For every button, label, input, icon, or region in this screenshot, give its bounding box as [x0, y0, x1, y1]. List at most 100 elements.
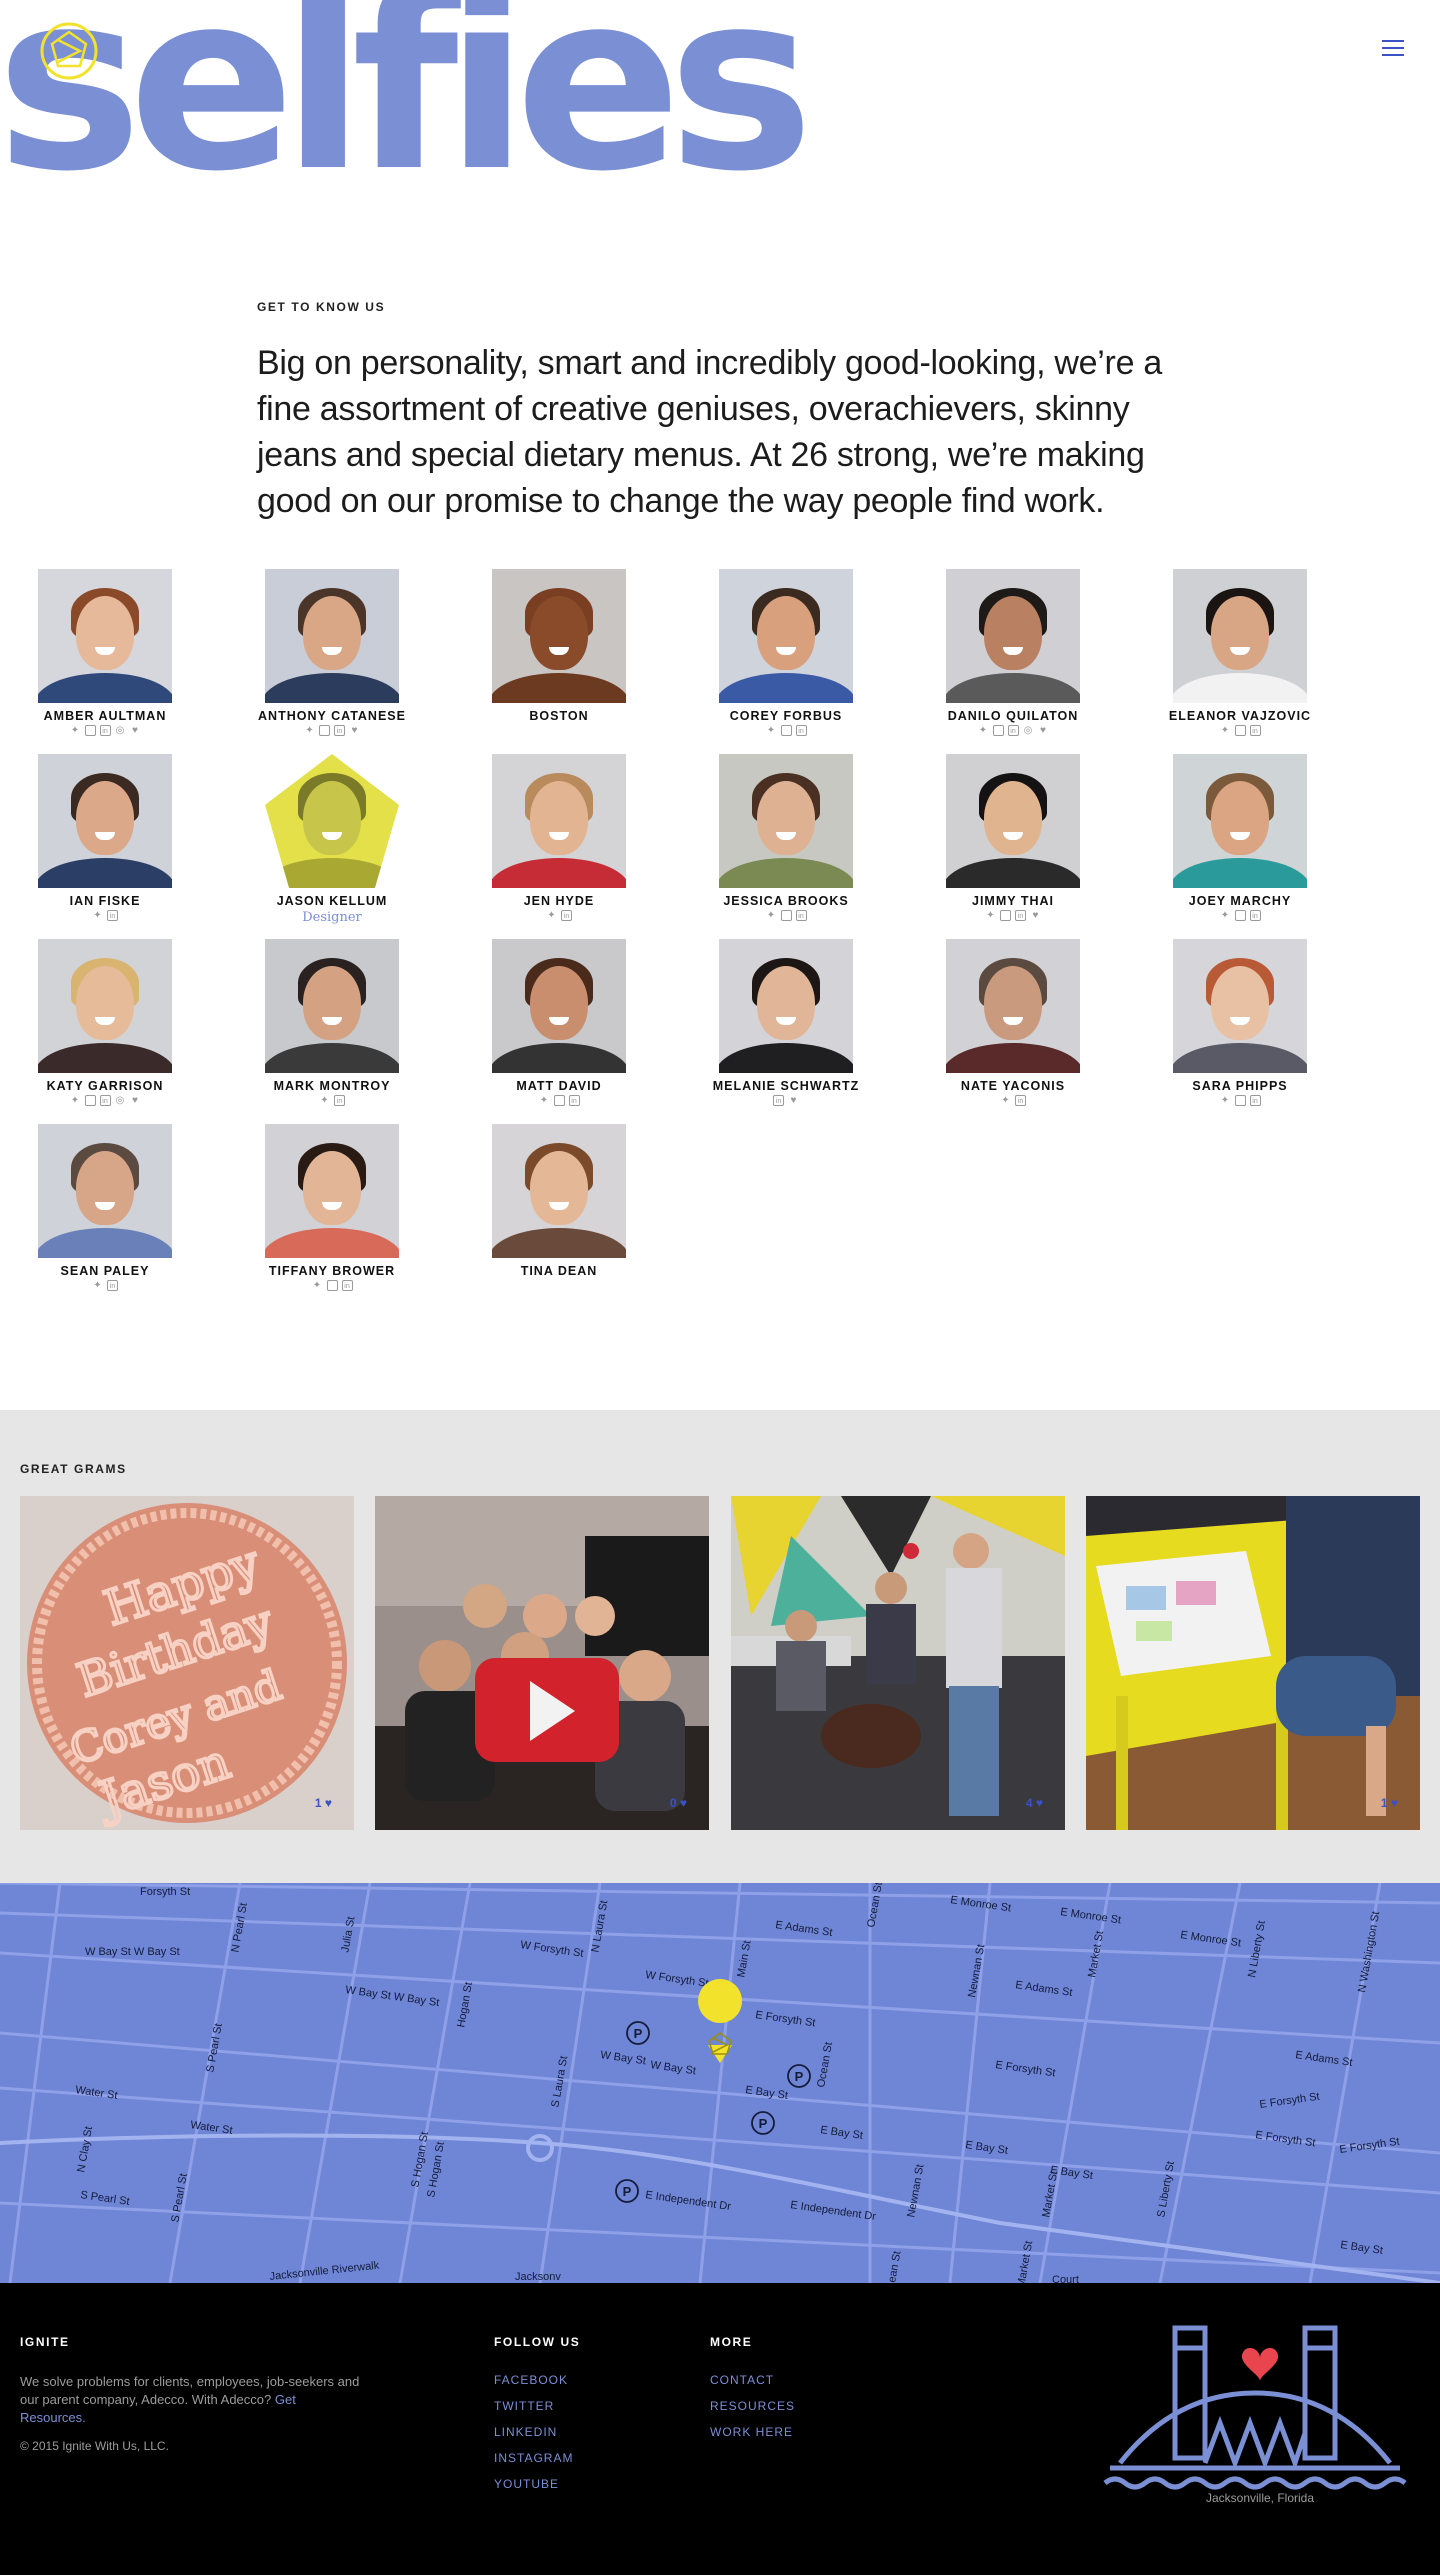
- team-member[interactable]: JOEY MARCHY ✦ in: [1160, 754, 1320, 924]
- linkedin-icon[interactable]: in: [1249, 1095, 1261, 1106]
- linkedin-icon[interactable]: in: [107, 910, 118, 921]
- instagram-icon[interactable]: [326, 1280, 338, 1291]
- heart-icon[interactable]: ♥: [1038, 725, 1049, 736]
- member-photo: [719, 939, 853, 1073]
- team-member[interactable]: KATY GARRISON ✦ in ◎ ♥: [25, 939, 185, 1109]
- gram-photo-cake[interactable]: Happy Birthday Corey and Jason 1 ♥: [20, 1496, 354, 1830]
- team-member[interactable]: JEN HYDE ✦ in: [479, 754, 639, 924]
- heart-icon[interactable]: ♥: [1030, 910, 1041, 921]
- linkedin-icon[interactable]: in: [1249, 910, 1261, 921]
- contact-link[interactable]: CONTACT: [710, 2373, 795, 2387]
- team-member[interactable]: JASON KELLUM Designer: [252, 754, 412, 925]
- linkedin-icon[interactable]: in: [561, 910, 572, 921]
- team-member[interactable]: TINA DEAN: [479, 1124, 639, 1294]
- location-map[interactable]: Forsyth St W Bay St W Bay St N Pearl St …: [0, 1883, 1440, 2283]
- instagram-icon[interactable]: [84, 725, 96, 736]
- instagram-link[interactable]: INSTAGRAM: [494, 2451, 580, 2465]
- linkedin-icon[interactable]: in: [1249, 725, 1261, 736]
- ignite-logo-icon[interactable]: [38, 20, 100, 82]
- map-label: W Bay St W Bay St: [345, 1984, 440, 2009]
- twitter-icon[interactable]: ✦: [92, 910, 103, 921]
- team-member[interactable]: JESSICA BROOKS ✦ in: [706, 754, 866, 924]
- map-label: N Clay St: [75, 2126, 95, 2174]
- twitter-link[interactable]: TWITTER: [494, 2399, 580, 2413]
- dribbble-icon[interactable]: ◎: [1023, 725, 1034, 736]
- twitter-icon[interactable]: ✦: [319, 1095, 330, 1106]
- team-member[interactable]: COREY FORBUS ✦ in: [706, 569, 866, 739]
- heart-icon[interactable]: ♥: [349, 725, 360, 736]
- linkedin-icon[interactable]: in: [334, 725, 345, 736]
- instagram-icon[interactable]: [1234, 910, 1246, 921]
- member-socials: ✦ in ♥: [252, 725, 412, 739]
- heart-icon[interactable]: ♥: [130, 725, 141, 736]
- team-member[interactable]: BOSTON: [479, 569, 639, 739]
- linkedin-icon[interactable]: in: [1015, 1095, 1026, 1106]
- twitter-icon[interactable]: ✦: [978, 725, 989, 736]
- location-pin-icon[interactable]: [698, 1979, 743, 2063]
- heart-icon[interactable]: ♥: [788, 1095, 799, 1106]
- twitter-icon[interactable]: ✦: [1000, 1095, 1011, 1106]
- facebook-link[interactable]: FACEBOOK: [494, 2373, 580, 2387]
- linkedin-icon[interactable]: in: [1015, 910, 1026, 921]
- team-member[interactable]: NATE YACONIS ✦ in: [933, 939, 1093, 1109]
- team-member[interactable]: IAN FISKE ✦ in: [25, 754, 185, 924]
- instagram-icon[interactable]: [1234, 725, 1246, 736]
- team-member[interactable]: JIMMY THAI ✦ in ♥: [933, 754, 1093, 924]
- linkedin-icon[interactable]: in: [773, 1095, 784, 1106]
- instagram-icon[interactable]: [780, 910, 792, 921]
- team-member[interactable]: AMBER AULTMAN ✦ in ◎ ♥: [25, 569, 185, 739]
- gram-photo-desk[interactable]: 1 ♥: [1086, 1496, 1420, 1830]
- footer: IGNITE We solve problems for clients, em…: [0, 2283, 1440, 2575]
- twitter-icon[interactable]: ✦: [539, 1095, 550, 1106]
- linkedin-icon[interactable]: in: [1007, 725, 1019, 736]
- hero: selfies: [0, 0, 1440, 270]
- twitter-icon[interactable]: ✦: [1220, 910, 1231, 921]
- linkedin-icon[interactable]: in: [99, 1095, 111, 1106]
- team-member[interactable]: TIFFANY BROWER ✦ in: [252, 1124, 412, 1294]
- twitter-icon[interactable]: ✦: [70, 1095, 81, 1106]
- twitter-icon[interactable]: ✦: [70, 725, 81, 736]
- resources-link[interactable]: RESOURCES: [710, 2399, 795, 2413]
- instagram-icon[interactable]: [992, 725, 1004, 736]
- linkedin-icon[interactable]: in: [795, 910, 807, 921]
- twitter-icon[interactable]: ✦: [1220, 725, 1231, 736]
- team-member[interactable]: ELEANOR VAJZOVIC ✦ in: [1160, 569, 1320, 739]
- gram-photo-office[interactable]: 4 ♥: [731, 1496, 1065, 1830]
- instagram-icon[interactable]: [84, 1095, 96, 1106]
- team-member[interactable]: MARK MONTROY ✦ in: [252, 939, 412, 1109]
- menu-icon[interactable]: [1382, 40, 1404, 58]
- instagram-icon[interactable]: [1000, 910, 1011, 921]
- linkedin-icon[interactable]: in: [334, 1095, 345, 1106]
- dribbble-icon[interactable]: ◎: [115, 725, 126, 736]
- instagram-icon[interactable]: [780, 725, 792, 736]
- twitter-icon[interactable]: ✦: [546, 910, 557, 921]
- dribbble-icon[interactable]: ◎: [115, 1095, 126, 1106]
- linkedin-link[interactable]: LINKEDIN: [494, 2425, 580, 2439]
- twitter-icon[interactable]: ✦: [1220, 1095, 1231, 1106]
- linkedin-icon[interactable]: in: [795, 725, 807, 736]
- linkedin-icon[interactable]: in: [99, 725, 111, 736]
- team-member[interactable]: MELANIE SCHWARTZ in ♥: [706, 939, 866, 1109]
- instagram-icon[interactable]: [553, 1095, 565, 1106]
- instagram-icon[interactable]: [1234, 1095, 1246, 1106]
- linkedin-icon[interactable]: in: [107, 1280, 118, 1291]
- twitter-icon[interactable]: ✦: [766, 725, 777, 736]
- twitter-icon[interactable]: ✦: [766, 910, 777, 921]
- twitter-icon[interactable]: ✦: [985, 910, 996, 921]
- team-member[interactable]: SEAN PALEY ✦ in: [25, 1124, 185, 1294]
- instagram-icon[interactable]: [319, 725, 330, 736]
- work-here-link[interactable]: WORK HERE: [710, 2425, 795, 2439]
- twitter-icon[interactable]: ✦: [92, 1280, 103, 1291]
- youtube-link[interactable]: YOUTUBE: [494, 2477, 580, 2491]
- team-member[interactable]: MATT DAVID ✦ in: [479, 939, 639, 1109]
- team-member[interactable]: DANILO QUILATON ✦ in ◎ ♥: [933, 569, 1093, 739]
- linkedin-icon[interactable]: in: [341, 1280, 353, 1291]
- team-member[interactable]: SARA PHIPPS ✦ in: [1160, 939, 1320, 1109]
- team-member[interactable]: ANTHONY CATANESE ✦ in ♥: [252, 569, 412, 739]
- linkedin-icon[interactable]: in: [568, 1095, 580, 1106]
- map-label: Hogan St: [455, 1981, 475, 2028]
- twitter-icon[interactable]: ✦: [312, 1280, 323, 1291]
- twitter-icon[interactable]: ✦: [304, 725, 315, 736]
- gram-photo-team[interactable]: 0 ♥: [375, 1496, 709, 1830]
- heart-icon[interactable]: ♥: [130, 1095, 141, 1106]
